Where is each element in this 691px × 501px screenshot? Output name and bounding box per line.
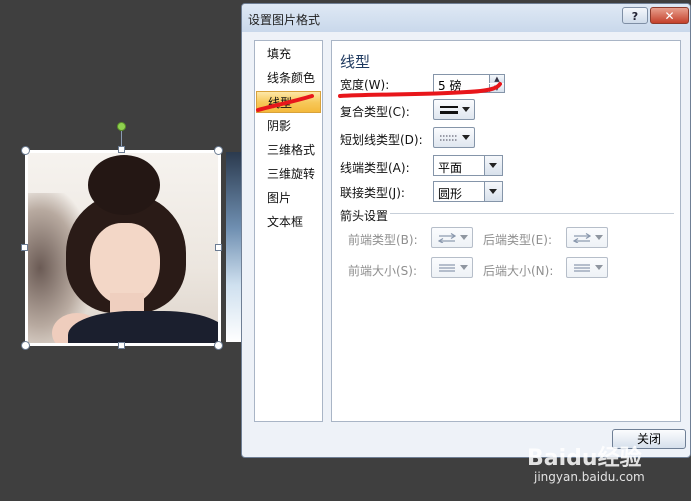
- dash-type-dropdown[interactable]: [433, 127, 475, 148]
- watermark-url: jingyan.baidu.com: [534, 470, 645, 484]
- resize-handle-top-right[interactable]: [214, 146, 223, 155]
- resize-handle-left[interactable]: [21, 244, 28, 251]
- compound-type-label: 复合类型(C):: [340, 105, 410, 119]
- category-picture[interactable]: 图片: [256, 187, 321, 209]
- cap-type-select[interactable]: 平面: [433, 155, 503, 176]
- begin-type-label: 前端类型(B):: [348, 233, 418, 247]
- category-text-box[interactable]: 文本框: [256, 211, 321, 233]
- spin-up-icon[interactable]: ▲: [489, 75, 504, 83]
- compound-type-dropdown[interactable]: [433, 99, 475, 120]
- help-button[interactable]: ?: [622, 7, 648, 24]
- arrow-type-icon: [573, 233, 591, 243]
- begin-size-label: 前端大小(S):: [348, 264, 418, 278]
- dialog-titlebar[interactable]: 设置图片格式 ? ✕: [242, 4, 690, 32]
- join-type-value: 圆形: [438, 187, 463, 201]
- arrow-type-icon: [438, 233, 456, 243]
- end-type-label: 后端类型(E):: [483, 233, 552, 247]
- resize-handle-bottom[interactable]: [118, 342, 125, 349]
- chevron-down-icon[interactable]: [484, 182, 502, 201]
- chevron-down-icon: [595, 265, 603, 270]
- begin-size-dropdown[interactable]: [431, 257, 473, 278]
- section-title: 线型: [340, 53, 371, 71]
- category-fill[interactable]: 填充: [256, 43, 321, 65]
- group-divider: [390, 213, 674, 214]
- format-picture-dialog: 设置图片格式 ? ✕ 填充 线条颜色 线型 阴影 三维格式 三维旋转 图片 文本…: [241, 3, 691, 458]
- resize-handle-right[interactable]: [215, 244, 222, 251]
- category-list: 填充 线条颜色 线型 阴影 三维格式 三维旋转 图片 文本框: [254, 40, 323, 422]
- width-value: 5 磅: [438, 79, 462, 93]
- end-size-dropdown[interactable]: [566, 257, 608, 278]
- width-label: 宽度(W):: [340, 78, 390, 92]
- end-type-dropdown[interactable]: [566, 227, 608, 248]
- resize-handle-top[interactable]: [118, 146, 125, 153]
- spin-down-icon[interactable]: ▼: [489, 84, 504, 92]
- resize-handle-bottom-right[interactable]: [214, 341, 223, 350]
- width-spinner[interactable]: 5 磅 ▲ ▼: [433, 74, 505, 93]
- category-3d-rotation[interactable]: 三维旋转: [256, 163, 321, 185]
- resize-handle-bottom-left[interactable]: [21, 341, 30, 350]
- category-3d-format[interactable]: 三维格式: [256, 139, 321, 161]
- join-type-select[interactable]: 圆形: [433, 181, 503, 202]
- chevron-down-icon: [462, 135, 470, 140]
- chevron-down-icon: [460, 265, 468, 270]
- arrow-settings-heading: 箭头设置: [340, 209, 389, 223]
- arrow-size-icon: [439, 264, 455, 272]
- cap-type-value: 平面: [438, 161, 463, 175]
- compound-line-icon: [440, 106, 458, 114]
- rotate-handle[interactable]: [117, 122, 126, 131]
- begin-type-dropdown[interactable]: [431, 227, 473, 248]
- dash-type-label: 短划线类型(D):: [340, 133, 423, 147]
- cap-type-label: 线端类型(A):: [340, 161, 410, 175]
- arrow-size-icon: [574, 264, 590, 272]
- category-shadow[interactable]: 阴影: [256, 115, 321, 137]
- join-type-label: 联接类型(J):: [340, 186, 405, 200]
- dash-line-icon: [440, 135, 458, 141]
- chevron-down-icon: [595, 235, 603, 240]
- category-line-color[interactable]: 线条颜色: [256, 67, 321, 89]
- chevron-down-icon: [460, 235, 468, 240]
- selected-picture[interactable]: [25, 150, 221, 346]
- baidu-watermark: Baidu经验: [527, 446, 642, 471]
- line-style-panel: 线型 宽度(W): 5 磅 ▲ ▼ 复合类型(C): 短划线类型(D): 线端类…: [331, 40, 681, 422]
- chevron-down-icon[interactable]: [484, 156, 502, 175]
- dialog-title: 设置图片格式: [248, 13, 321, 27]
- close-window-button[interactable]: ✕: [650, 7, 689, 24]
- chevron-down-icon: [462, 107, 470, 112]
- end-size-label: 后端大小(N):: [483, 264, 554, 278]
- category-line-style[interactable]: 线型: [256, 91, 321, 113]
- resize-handle-top-left[interactable]: [21, 146, 30, 155]
